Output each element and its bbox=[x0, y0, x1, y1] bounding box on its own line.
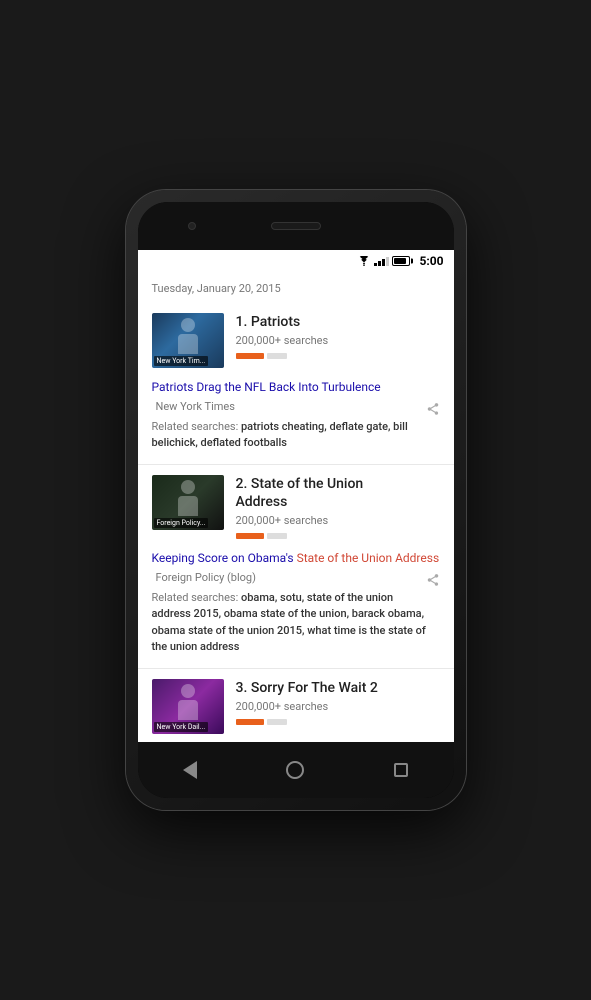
trend-bar-sotu bbox=[236, 533, 440, 539]
bar-filled-sotu bbox=[236, 533, 264, 539]
phone-screen: 5:00 Tuesday, January 20, 2015 bbox=[138, 202, 454, 798]
trend-image-patriots: New York Tim... bbox=[152, 313, 224, 368]
trend-top-patriots: New York Tim... 1. Patriots 200,000+ sea… bbox=[152, 313, 440, 368]
trend-item-patriots: New York Tim... 1. Patriots 200,000+ sea… bbox=[138, 303, 454, 465]
trend-info-lilwayne: 3. Sorry For The Wait 2 200,000+ searche… bbox=[236, 679, 440, 725]
bottom-nav-bar bbox=[138, 742, 454, 798]
trend-info-patriots: 1. Patriots 200,000+ searches bbox=[236, 313, 440, 359]
trend-bar-patriots bbox=[236, 353, 440, 359]
trend-image-label-sotu: Foreign Policy... bbox=[154, 518, 209, 528]
trend-link-anchor-patriots[interactable]: Patriots Drag the NFL Back Into Turbulen… bbox=[152, 380, 381, 394]
trend-image-label-patriots: New York Tim... bbox=[154, 356, 209, 366]
trend-count-patriots: 200,000+ searches bbox=[236, 334, 440, 347]
signal-icon bbox=[374, 256, 389, 266]
trend-top-lilwayne: New York Dail... 3. Sorry For The Wait 2… bbox=[152, 679, 440, 734]
trend-link-patriots[interactable]: Patriots Drag the NFL Back Into Turbulen… bbox=[152, 376, 440, 396]
status-time: 5:00 bbox=[419, 254, 443, 268]
bar-empty bbox=[267, 353, 287, 359]
nav-recents-button[interactable] bbox=[386, 755, 416, 785]
trend-top-sotu: Foreign Policy... 2. State of the UnionA… bbox=[152, 475, 440, 539]
share-button-sotu[interactable] bbox=[426, 572, 440, 591]
bar-filled-lilwayne bbox=[236, 719, 264, 725]
main-screen[interactable]: Tuesday, January 20, 2015 New York Tim..… bbox=[138, 272, 454, 742]
trend-image-label-lilwayne: New York Dail... bbox=[154, 722, 209, 732]
related-searches-sotu: Related searches: obama, sotu, state of … bbox=[152, 590, 440, 656]
trend-link-sotu[interactable]: Keeping Score on Obama's State of the Un… bbox=[152, 547, 440, 567]
related-searches-patriots: Related searches: patriots cheating, def… bbox=[152, 419, 440, 452]
front-camera-icon bbox=[188, 222, 196, 230]
trend-source-patriots: New York Times bbox=[152, 400, 440, 413]
trend-image-lilwayne: New York Dail... bbox=[152, 679, 224, 734]
bar-empty-lilwayne bbox=[267, 719, 287, 725]
trend-item-lilwayne: New York Dail... 3. Sorry For The Wait 2… bbox=[138, 669, 454, 742]
home-icon bbox=[286, 761, 304, 779]
trend-title-patriots: 1. Patriots bbox=[236, 313, 440, 331]
status-bar: 5:00 bbox=[138, 250, 454, 272]
highlight-sotu: State of the Union Address bbox=[297, 551, 440, 565]
top-bezel bbox=[138, 202, 454, 250]
status-icons: 5:00 bbox=[357, 254, 443, 268]
trend-source-sotu: Foreign Policy (blog) bbox=[152, 571, 440, 584]
trend-link-anchor-sotu[interactable]: Keeping Score on Obama's State of the Un… bbox=[152, 551, 440, 565]
back-icon bbox=[183, 761, 197, 779]
trend-info-sotu: 2. State of the UnionAddress 200,000+ se… bbox=[236, 475, 440, 539]
share-button-patriots[interactable] bbox=[426, 401, 440, 420]
nav-back-button[interactable] bbox=[175, 755, 205, 785]
date-header: Tuesday, January 20, 2015 bbox=[138, 272, 454, 303]
clearfix-sotu: Related searches: obama, sotu, state of … bbox=[152, 590, 440, 656]
content-area: Tuesday, January 20, 2015 New York Tim..… bbox=[138, 272, 454, 742]
trend-bar-lilwayne bbox=[236, 719, 440, 725]
trend-title-lilwayne: 3. Sorry For The Wait 2 bbox=[236, 679, 440, 697]
trend-image-sotu: Foreign Policy... bbox=[152, 475, 224, 530]
recents-icon bbox=[394, 763, 408, 777]
trend-title-sotu: 2. State of the UnionAddress bbox=[236, 475, 440, 511]
phone-device: 5:00 Tuesday, January 20, 2015 bbox=[126, 190, 466, 810]
trend-count-sotu: 200,000+ searches bbox=[236, 514, 440, 527]
wifi-icon bbox=[357, 256, 371, 266]
speaker bbox=[271, 222, 321, 230]
clearfix: Related searches: patriots cheating, def… bbox=[152, 419, 440, 452]
bar-filled bbox=[236, 353, 264, 359]
trend-count-lilwayne: 200,000+ searches bbox=[236, 700, 440, 713]
bar-empty-sotu bbox=[267, 533, 287, 539]
battery-icon bbox=[392, 256, 410, 266]
nav-home-button[interactable] bbox=[280, 755, 310, 785]
trend-item-sotu: Foreign Policy... 2. State of the UnionA… bbox=[138, 465, 454, 669]
